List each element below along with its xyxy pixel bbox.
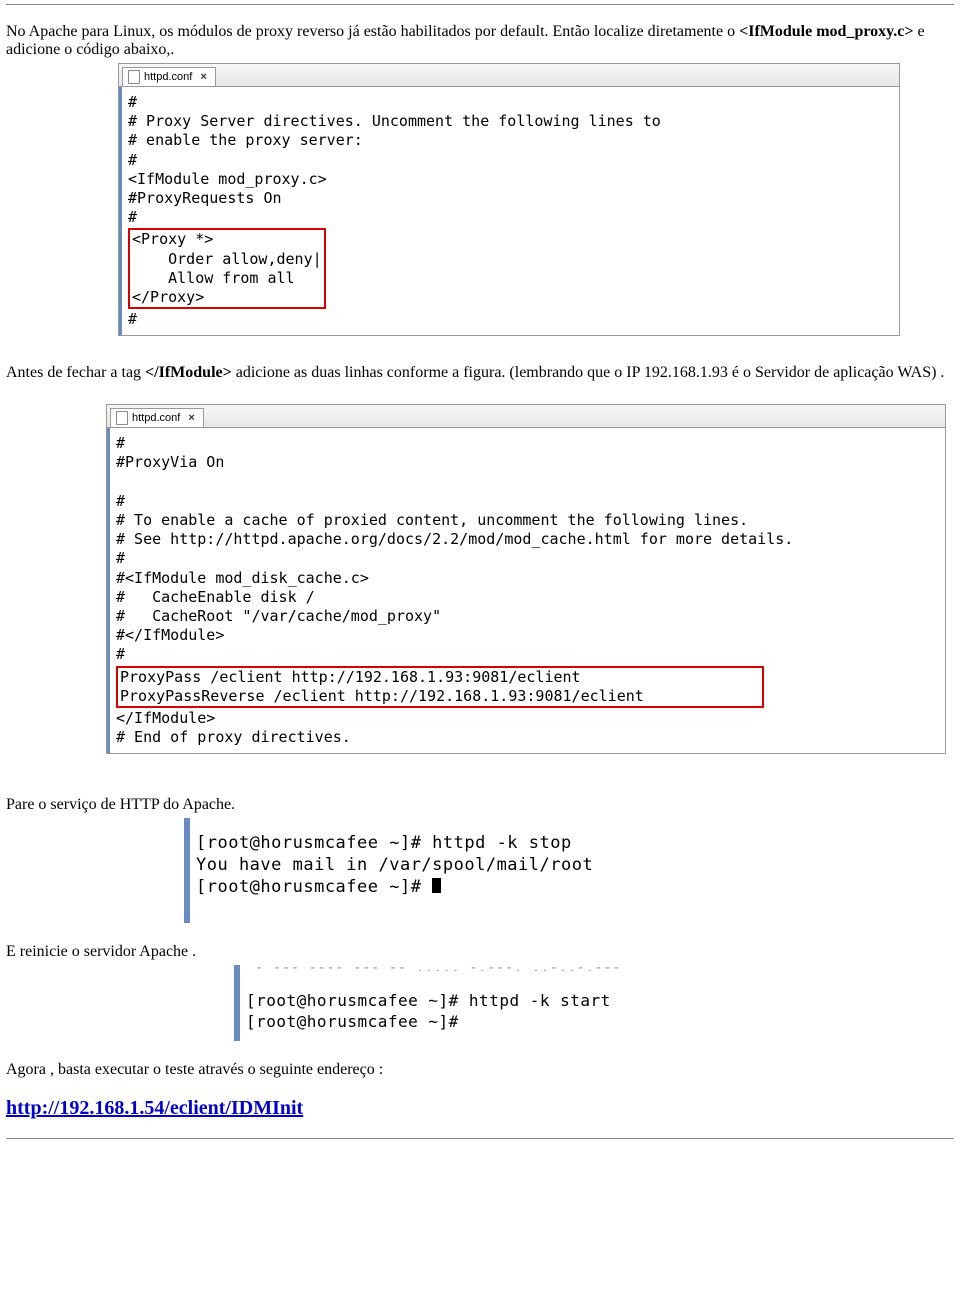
terminal2-faded: - --- ---- --- -- ,..., -,---, ..-,,-,--…	[246, 959, 766, 971]
editor-tabstrip-2: httpd.conf ×	[107, 405, 945, 428]
editor-tab-httpd-1[interactable]: httpd.conf ×	[122, 67, 216, 86]
editor1-pre: # # Proxy Server directives. Uncomment t…	[128, 93, 661, 226]
highlight-proxypass-block: ProxyPass /eclient http://192.168.1.93:9…	[116, 666, 764, 708]
editor-tab-httpd-2[interactable]: httpd.conf ×	[110, 408, 204, 427]
cursor-icon	[432, 878, 441, 893]
editor-body-1: # # Proxy Server directives. Uncomment t…	[119, 87, 899, 335]
p1-bold: <IfModule mod_proxy.c>	[739, 23, 913, 40]
p1-pre: No Apache para Linux, os módulos de prox…	[6, 23, 739, 40]
p2-post: adicione as duas linhas conforme a figur…	[236, 364, 945, 381]
terminal2-body: [root@horusmcafee ~]# httpd -k start [ro…	[246, 991, 611, 1031]
terminal-stop: [root@horusmcafee ~]# httpd -k stop You …	[184, 818, 796, 922]
file-icon	[116, 411, 128, 425]
terminal-start: - --- ---- --- -- ,..., -,---, ..-,,-,--…	[234, 965, 766, 1041]
editor-body-2: # #ProxyVia On # # To enable a cache of …	[107, 428, 945, 753]
bottom-rule	[6, 1138, 954, 1139]
final-test-link[interactable]: http://192.168.1.54/eclient/IDMInit	[6, 1097, 303, 1119]
paragraph-test: Agora , basta executar o teste através o…	[6, 1061, 954, 1079]
paragraph-intro: No Apache para Linux, os módulos de prox…	[6, 23, 954, 59]
close-icon[interactable]: ×	[200, 71, 206, 83]
editor-tab-label-2: httpd.conf	[132, 412, 180, 424]
editor-window-httpd-1: httpd.conf × # # Proxy Server directives…	[118, 63, 900, 336]
editor-tab-label: httpd.conf	[144, 71, 192, 83]
highlight-proxy-block: <Proxy *> Order allow,deny| Allow from a…	[128, 228, 326, 309]
editor1-post: #	[128, 310, 137, 328]
editor2-post: </IfModule> # End of proxy directives.	[116, 709, 351, 746]
editor-tabstrip: httpd.conf ×	[119, 64, 899, 87]
paragraph-ifmodule: Antes de fechar a tag </IfModule> adicio…	[6, 364, 954, 382]
close-icon[interactable]: ×	[188, 412, 194, 424]
p2-pre: Antes de fechar a tag	[6, 364, 145, 381]
editor-window-httpd-2: httpd.conf × # #ProxyVia On # # To enabl…	[106, 404, 946, 754]
file-icon	[128, 70, 140, 84]
top-rule	[6, 4, 954, 5]
paragraph-stop: Pare o serviço de HTTP do Apache.	[6, 796, 954, 814]
p2-bold: </IfModule>	[145, 364, 232, 381]
editor2-pre: # #ProxyVia On # # To enable a cache of …	[116, 434, 793, 663]
terminal1-body: [root@horusmcafee ~]# httpd -k stop You …	[196, 833, 593, 897]
